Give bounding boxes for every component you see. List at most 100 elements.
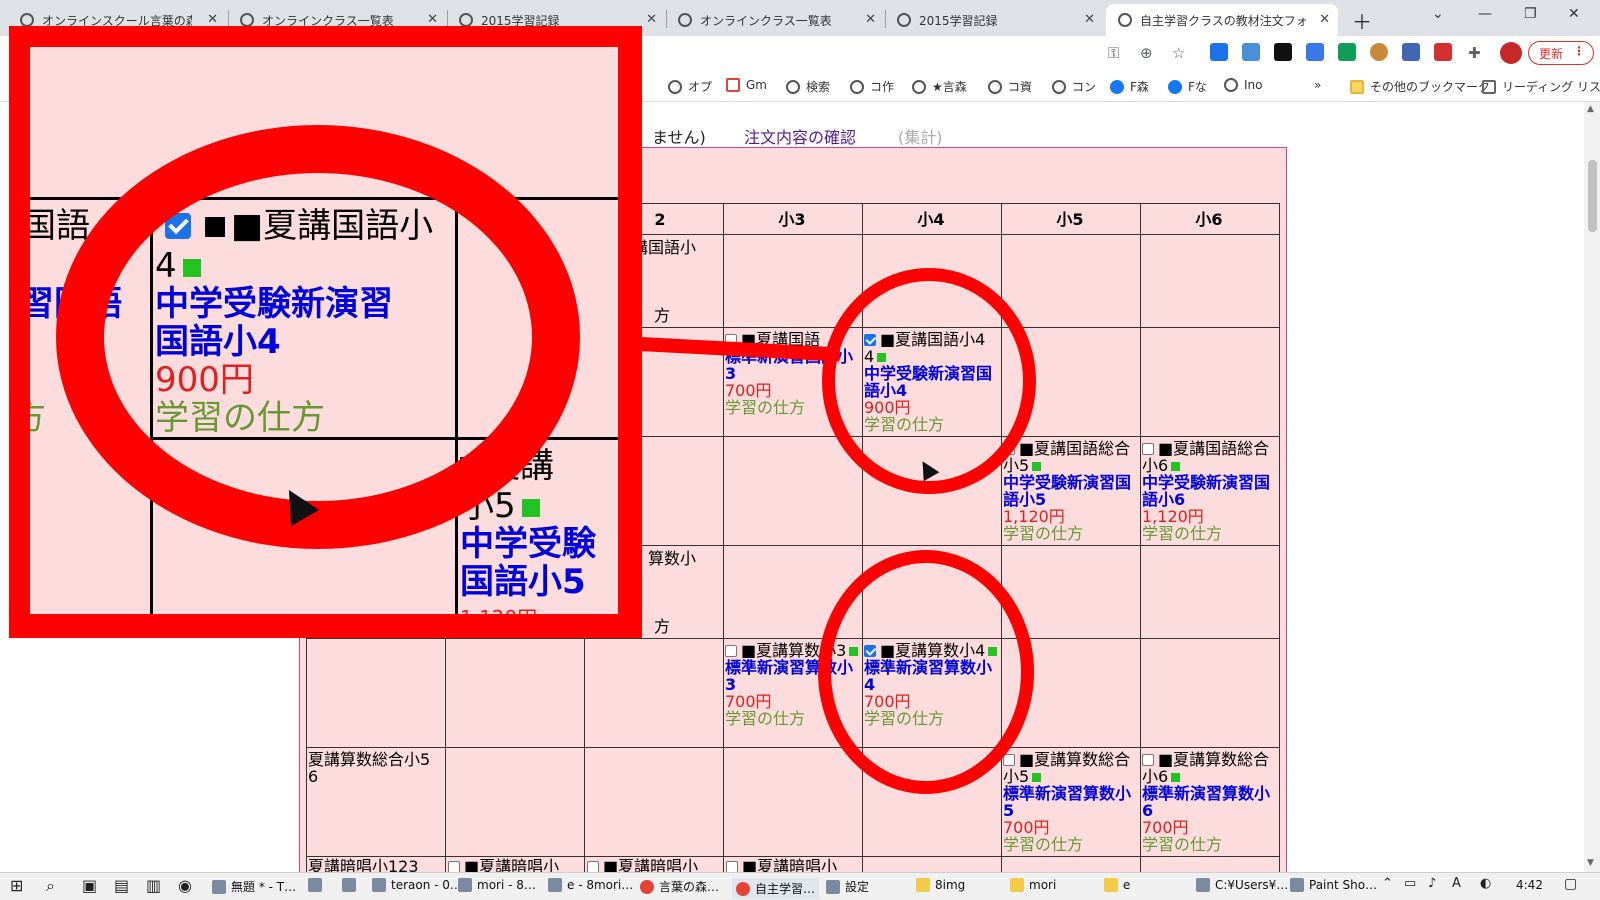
bookmark-label: オプ [688,80,713,94]
new-tab-button[interactable]: ＋ [1352,6,1372,35]
scrollbar-thumb[interactable] [1588,160,1597,232]
zoom-highlight-circle [56,125,580,549]
search-icon[interactable]: ⌕ [46,876,55,896]
taskbar-item[interactable]: mori [1010,878,1056,892]
taskbar-item[interactable]: e - 8mori… [548,878,633,892]
bookmark-item[interactable]: コン [1052,78,1096,95]
tab-4[interactable]: オンラインクラス一覧表 ✕ [666,4,884,36]
bookmark-item[interactable]: Gm [726,78,767,92]
taskbar-item[interactable]: 8img [916,878,965,892]
taskbar-item[interactable]: e [1104,878,1130,892]
confirm-order-link[interactable]: 注文内容の確認 [744,124,856,148]
taskbar-item[interactable]: 無題 * - T… [212,878,296,895]
reading-list[interactable]: リーディング リスト [1482,78,1600,95]
close-icon[interactable]: ✕ [427,12,438,27]
taskbar-item[interactable]: Paint Sho… [1290,878,1377,892]
globe-icon [912,79,926,94]
taskbar-item[interactable]: mori - 8… [458,878,536,892]
app-icon[interactable]: ▥ [146,876,161,895]
battery-icon[interactable]: ▭ [1404,876,1416,891]
close-icon[interactable]: ✕ [1319,12,1330,27]
extension-new-icon[interactable] [1306,43,1324,61]
bookmark-item[interactable]: ★言森 [912,78,967,95]
bookmarks-overflow-button[interactable]: » [1314,78,1321,92]
volume-icon[interactable]: ♪ [1428,876,1436,891]
key-icon[interactable]: ⚿ [1108,44,1119,62]
bookmark-item[interactable]: コ作 [850,78,894,95]
notification-icon[interactable]: ▢ [1564,876,1577,892]
howto-link[interactable]: 学習の仕方 [1142,836,1276,853]
taskbar-label: 自主学習… [755,882,816,896]
avatar[interactable] [1500,42,1522,64]
taskbar-item[interactable] [308,878,327,892]
star-icon[interactable]: ☆ [1172,44,1185,62]
extension-icon[interactable] [1242,43,1260,61]
product-cell-kokugo-sogo-5: ■夏講国語総合小5 中学受験新演習国語小5 1,120円 学習の仕方 [1003,440,1137,542]
product-cell-sansu-sogo-5: ■夏講算数総合小5 標準新演習算数小5 700円 学習の仕方 [1003,751,1137,853]
row-label: 方 [654,306,671,325]
book-name-link[interactable]: 中学受験新演習国語小6 [1142,474,1276,508]
tab-6-active[interactable]: 自主学習クラスの教材注文フォ… ✕ [1106,4,1338,36]
network-status-icon[interactable]: ◐ [1480,876,1491,891]
taskbar-item[interactable]: 設定 [826,878,869,895]
globe-icon [459,13,473,27]
product-checkbox[interactable] [1142,443,1154,455]
product-checkbox[interactable] [1142,754,1154,766]
bookmark-item[interactable]: オプ [668,78,712,95]
taskbar-label: Paint Sho… [1309,878,1378,892]
howto-link[interactable]: 学習の仕方 [1142,525,1276,542]
puzzle-icon[interactable]: ✚ [1468,44,1481,62]
close-icon[interactable]: ✕ [865,12,876,27]
howto-link[interactable]: 学習の仕方 [1003,525,1137,542]
minimize-button[interactable]: — [1478,6,1492,22]
close-icon[interactable]: ✕ [646,12,657,27]
scroll-down-icon[interactable]: ▼ [1587,858,1594,868]
taskbar-item[interactable]: 言葉の森… [640,878,719,895]
zoom-icon[interactable]: ⊕ [1140,44,1153,62]
ime-icon[interactable]: A [1452,876,1461,891]
megaphone-icon[interactable] [1434,43,1452,61]
extension-icon[interactable] [1274,43,1292,61]
clock[interactable]: 4:42 [1516,878,1543,892]
chevron-up-icon[interactable]: ⌃ [1382,876,1393,891]
app-icon[interactable]: ▤ [114,876,129,895]
bookmark-item[interactable]: F森 [1110,78,1149,95]
howto-link[interactable]: 学習の仕方 [1003,836,1137,853]
update-button[interactable]: 更新 ⋮ [1528,41,1594,65]
taskbar-item[interactable] [342,878,361,892]
taskbar-item[interactable]: C:¥Users¥… [1196,878,1288,892]
cookie-icon[interactable] [1370,43,1388,61]
chrome-icon [736,881,750,896]
tab-title: 2015学習記録 [919,13,998,28]
bookmark-item[interactable]: 検索 [786,78,830,95]
drive-icon[interactable] [1338,43,1356,61]
tab-5[interactable]: 2015学習記録 ✕ [885,4,1103,36]
highlight-circle [818,550,1034,794]
grid-line [1279,203,1280,872]
close-window-button[interactable]: ✕ [1568,6,1580,22]
book-name-link[interactable]: 標準新演習算数小5 [1003,785,1137,819]
bookmark-item[interactable]: Fな [1168,78,1207,95]
book-name-link[interactable]: 中学受験新演習国語小5 [1003,474,1137,508]
tab-search-icon[interactable]: ⌄ [1432,6,1444,22]
camera-icon[interactable]: ◉ [178,876,192,895]
taskbar-item-active[interactable]: 自主学習… [732,878,820,899]
extension-icon[interactable] [1402,43,1420,61]
scroll-up-icon[interactable]: ▲ [1587,104,1594,114]
book-name-link[interactable]: 標準新演習算数小6 [1142,785,1276,819]
restore-button[interactable]: ❐ [1524,6,1537,22]
price-text: 1,120円 [1003,507,1065,526]
taskbar-item[interactable]: teraon - 0… [372,878,462,892]
product-checkbox[interactable] [725,645,737,657]
bookmark-item[interactable]: Ino [1224,78,1263,92]
close-icon[interactable]: ✕ [207,12,218,27]
other-bookmarks[interactable]: その他のブックマーク [1350,78,1490,95]
gear-icon [826,879,840,894]
bookmark-item[interactable]: コ資 [988,78,1032,95]
paint-icon [1290,878,1304,892]
app-icon[interactable]: ▣ [82,876,97,895]
windows-start-icon[interactable]: ⊞ [10,876,23,895]
close-icon[interactable]: ✕ [1084,12,1095,27]
product-checkbox[interactable] [1003,754,1015,766]
extension-icon[interactable] [1210,43,1228,61]
